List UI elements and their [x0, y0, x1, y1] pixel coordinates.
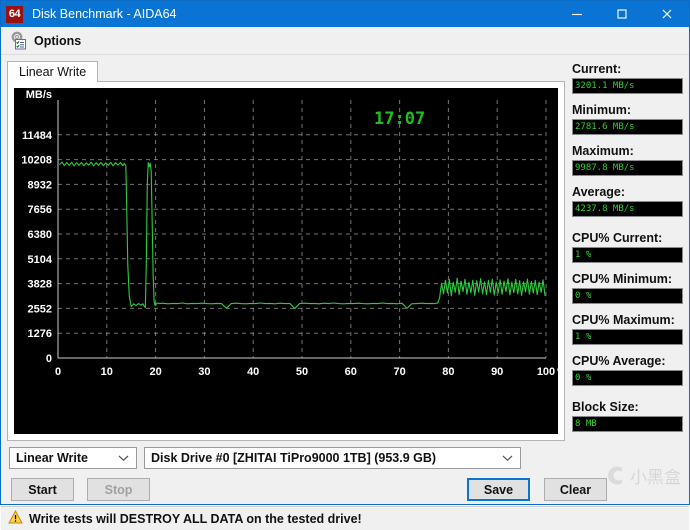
warning-triangle-icon: [8, 509, 23, 527]
action-row: Start Stop Save Clear: [9, 478, 681, 501]
svg-text:3828: 3828: [28, 279, 52, 291]
svg-text:100: 100: [537, 366, 555, 378]
svg-text:0: 0: [55, 366, 61, 378]
save-button[interactable]: Save: [467, 478, 530, 501]
minimize-icon[interactable]: [554, 1, 599, 27]
chevron-down-icon: [118, 448, 129, 468]
options-button[interactable]: Options: [5, 29, 88, 53]
stat-value-cpu-average: 0 %: [575, 373, 592, 383]
stat-value-average: 4237.8 MB/s: [575, 204, 635, 214]
svg-text:17:07: 17:07: [374, 109, 425, 129]
options-gear-checklist-icon: [10, 31, 29, 50]
stat-value-cpu-maximum: 1 %: [575, 332, 592, 342]
maximize-icon[interactable]: [599, 1, 644, 27]
warning-bar: Write tests will DESTROY ALL DATA on the…: [1, 506, 689, 530]
stat-label-current: Current:: [572, 62, 622, 76]
svg-text:80: 80: [442, 366, 454, 378]
svg-text:60: 60: [345, 366, 357, 378]
svg-text:70: 70: [393, 366, 405, 378]
warning-text: Write tests will DESTROY ALL DATA on the…: [29, 511, 362, 526]
svg-text:MB/s: MB/s: [26, 89, 52, 101]
svg-text:5104: 5104: [28, 254, 53, 266]
stat-box-minimum: 2781.6 MB/s: [572, 119, 683, 135]
drive-select[interactable]: Disk Drive #0 [ZHITAI TiPro9000 1TB] (95…: [144, 447, 521, 469]
svg-text:0: 0: [46, 353, 52, 365]
app-icon: 64: [6, 5, 23, 23]
tab-page-linear-write: MB/s 0 1276 2552 3828 5104 6380 7656 8932 10208 11…: [7, 81, 565, 441]
stop-button: Stop: [87, 478, 150, 501]
title-bar: 64 Disk Benchmark - AIDA64: [1, 1, 689, 27]
stat-box-block-size: 8 MB: [572, 416, 683, 432]
svg-text:2552: 2552: [28, 303, 52, 315]
stat-label-maximum: Maximum:: [572, 144, 634, 158]
stat-label-cpu-minimum: CPU% Minimum:: [572, 272, 672, 286]
svg-text:90: 90: [491, 366, 503, 378]
stat-label-cpu-current: CPU% Current:: [572, 231, 663, 245]
stat-label-average: Average:: [572, 185, 626, 199]
test-type-select[interactable]: Linear Write: [9, 447, 137, 469]
stat-box-cpu-current: 1 %: [572, 247, 683, 263]
stat-box-cpu-minimum: 0 %: [572, 288, 683, 304]
tab-linear-write[interactable]: Linear Write: [7, 61, 99, 82]
svg-text:30: 30: [198, 366, 210, 378]
svg-text:8932: 8932: [28, 179, 52, 191]
svg-text:11484: 11484: [22, 130, 53, 142]
stat-value-maximum: 9987.8 MB/s: [575, 163, 635, 173]
stat-value-cpu-minimum: 0 %: [575, 291, 592, 301]
stat-value-block-size: 8 MB: [575, 419, 597, 429]
stat-label-minimum: Minimum:: [572, 103, 632, 117]
start-button[interactable]: Start: [11, 478, 74, 501]
selector-row: Linear Write Disk Drive #0 [ZHITAI TiPro…: [9, 447, 681, 469]
chart-column: Linear Write MB/s 0 1276 2552 3828 5104 6380 76…: [7, 60, 565, 441]
svg-text:10208: 10208: [21, 155, 52, 167]
window-title: Disk Benchmark - AIDA64: [32, 7, 177, 21]
benchmark-chart: MB/s 0 1276 2552 3828 5104 6380 7656 8932 10208 11…: [14, 88, 558, 434]
bottom-controls: Linear Write Disk Drive #0 [ZHITAI TiPro…: [1, 441, 689, 501]
stat-box-cpu-maximum: 1 %: [572, 329, 683, 345]
stat-label-block-size: Block Size:: [572, 400, 639, 414]
svg-text:1276: 1276: [28, 328, 52, 340]
svg-text:%: %: [557, 366, 558, 378]
tab-strip: Linear Write: [7, 60, 565, 82]
toolbar: Options: [1, 27, 689, 55]
stat-box-current: 3201.1 MB/s: [572, 78, 683, 94]
svg-text:40: 40: [247, 366, 259, 378]
main-content: Linear Write MB/s 0 1276 2552 3828 5104 6380 76…: [1, 55, 689, 441]
options-label: Options: [34, 33, 82, 48]
chart-canvas: MB/s 0 1276 2552 3828 5104 6380 7656 8932 10208 11…: [14, 88, 558, 388]
drive-value: Disk Drive #0 [ZHITAI TiPro9000 1TB] (95…: [151, 451, 437, 465]
close-icon[interactable]: [644, 1, 689, 27]
stat-label-cpu-average: CPU% Average:: [572, 354, 666, 368]
stat-box-average: 4237.8 MB/s: [572, 201, 683, 217]
statistics-panel: Current: 3201.1 MB/s Minimum: 2781.6 MB/…: [572, 60, 683, 441]
disk-benchmark-window: 64 Disk Benchmark - AIDA64 Options Linea…: [0, 0, 690, 530]
stat-box-cpu-average: 0 %: [572, 370, 683, 386]
chevron-down-icon: [502, 448, 513, 468]
stat-box-maximum: 9987.8 MB/s: [572, 160, 683, 176]
svg-text:20: 20: [149, 366, 161, 378]
svg-text:7656: 7656: [28, 204, 52, 216]
stat-value-minimum: 2781.6 MB/s: [575, 122, 635, 132]
clear-button[interactable]: Clear: [544, 478, 607, 501]
svg-text:6380: 6380: [28, 229, 52, 241]
stat-label-cpu-maximum: CPU% Maximum:: [572, 313, 675, 327]
stat-value-current: 3201.1 MB/s: [575, 81, 635, 91]
caption-buttons: [554, 1, 689, 27]
svg-text:10: 10: [101, 366, 113, 378]
svg-text:50: 50: [296, 366, 308, 378]
stat-value-cpu-current: 1 %: [575, 250, 592, 260]
test-type-value: Linear Write: [16, 451, 89, 465]
